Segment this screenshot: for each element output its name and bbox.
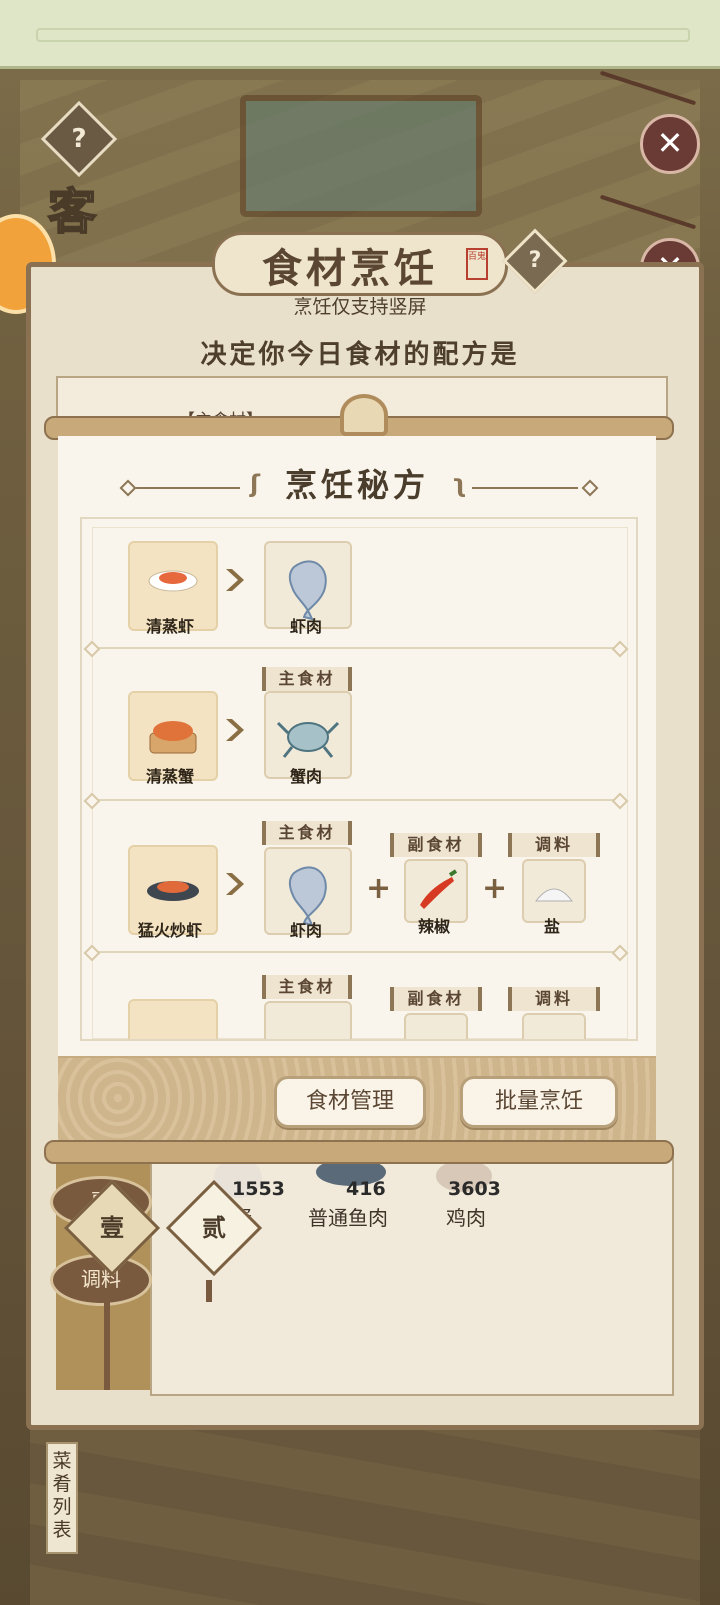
swirl-ornament: ʅ [452,470,467,498]
main-ingredient-tag: 主食材 [262,667,352,691]
arrow-right-icon [226,719,244,741]
main-ingredient-name: 虾肉 [289,617,322,636]
seasoning-tag: 调料 [508,987,600,1011]
row-divider [96,647,616,649]
dish-name: 清蒸虾 [145,617,194,636]
top-status-bar [0,0,720,69]
ingredient-icon [404,1013,468,1039]
inventory-count: 416 [346,1178,386,1200]
arrow-right-icon [226,873,244,895]
tassel-decoration [104,1290,110,1390]
main-ingredient-name: 蟹肉 [289,767,322,786]
scene-close-button[interactable]: ✕ [640,114,700,174]
recipe-modal-title: 烹饪秘方 [284,466,429,504]
inventory-name: 鸡肉 [446,1206,486,1230]
side-ingredient-tag: 副食材 [390,833,482,857]
seal-stamp: 百鬼 [466,248,488,280]
side-location-label: 客 [47,183,97,241]
main-ingredient-tag: 主食材 [262,975,352,999]
dish-name: 猛火炒虾 [137,921,202,940]
batch-cook-button[interactable]: 批量烹饪 [460,1076,618,1128]
tassel-decoration [206,1280,212,1302]
ingredient-management-button[interactable]: 食材管理 [274,1076,426,1128]
row-divider [96,951,616,953]
title-rule-right [472,487,578,489]
question-icon: ? [71,124,87,154]
arrow-right-icon [226,569,244,591]
scroll-knot [340,394,388,436]
ingredient-icon [264,1001,352,1039]
inventory-count: 3603 [448,1178,501,1200]
recipe-list[interactable]: 清蒸虾 虾肉 主食材 清蒸蟹 蟹肉 主食材 副食材 调料 猛火炒虾 虾肉 + 辣… [80,517,638,1041]
recipe-prompt: 决定你今日食材的配方是 [200,340,520,370]
close-icon: ✕ [656,124,684,162]
panel-title: 食材烹饪 [262,246,438,292]
question-icon: ? [528,248,542,273]
orientation-note: 烹饪仅支持竖屏 [293,296,427,318]
side-ingredient-tag: 副食材 [390,987,482,1011]
main-ingredient-name: 虾肉 [289,921,322,940]
seasoning-tag: 调料 [508,833,600,857]
plus-icon: + [366,871,392,906]
side-ingredient-name: 辣椒 [417,917,450,936]
row-divider [96,799,616,801]
dish-icon [128,999,218,1039]
scroll-bottom-rod [44,1140,674,1164]
dish-list-tab[interactable]: 菜肴列表 [46,1442,78,1554]
main-ingredient-tag: 主食材 [262,821,352,845]
seasoning-name: 盐 [543,917,560,936]
ingredient-icon [522,1013,586,1039]
dish-name: 清蒸蟹 [145,767,194,786]
plus-icon: + [482,871,508,906]
inventory-name: 普通鱼肉 [308,1206,388,1230]
